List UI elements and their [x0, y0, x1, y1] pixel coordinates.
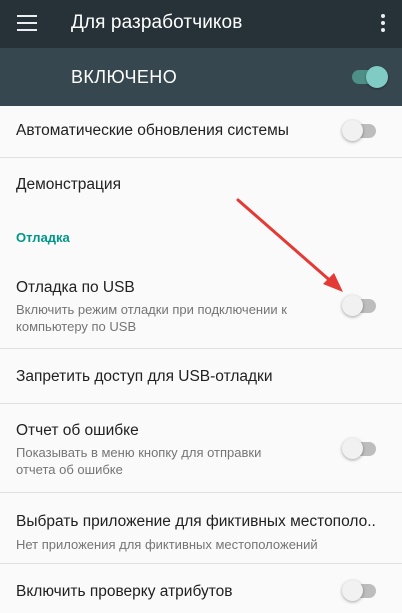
more-vert-icon[interactable] — [380, 14, 386, 34]
setting-usb-debug-summary-2: компьютеру по USB — [16, 319, 137, 334]
setting-usb-debug-summary-1: Включить режим отладки при подключении к — [16, 302, 287, 317]
usb-debug-switch[interactable] — [342, 295, 378, 317]
setting-usb-debug-title: Отладка по USB — [16, 279, 135, 296]
setting-revoke-usb-title: Запретить доступ для USB-отладки — [16, 368, 273, 385]
setting-mock-location-summary: Нет приложения для фиктивных местоположе… — [16, 537, 318, 552]
setting-mock-location-title: Выбрать приложение для фиктивных местопо… — [16, 513, 376, 530]
setting-verify-attributes-title: Включить проверку атрибутов — [16, 583, 233, 600]
bug-report-switch[interactable] — [342, 438, 378, 460]
setting-bug-report-title: Отчет об ошибке — [16, 422, 139, 439]
master-switch-toggle[interactable] — [350, 66, 388, 88]
app-toolbar: Для разработчиков — [0, 0, 402, 48]
setting-auto-updates[interactable]: Автоматические обновления системы — [0, 106, 402, 158]
setting-demo[interactable]: Демонстрация — [0, 159, 402, 211]
setting-auto-updates-title: Автоматические обновления системы — [16, 122, 289, 139]
setting-bug-report-summary-1: Показывать в меню кнопку для отправки — [16, 445, 262, 460]
setting-mock-location[interactable]: Выбрать приложение для фиктивных местопо… — [0, 494, 402, 564]
setting-bug-report-summary-2: отчета об ошибке — [16, 462, 123, 477]
setting-revoke-usb[interactable]: Запретить доступ для USB-отладки — [0, 350, 402, 404]
master-switch-label: ВКЛЮЧЕНО — [71, 67, 178, 87]
page-title: Для разработчиков — [71, 12, 243, 33]
verify-attributes-switch[interactable] — [342, 580, 378, 602]
section-header-debug: Отладка — [16, 230, 70, 245]
setting-verify-attributes[interactable]: Включить проверку атрибутов — [0, 565, 402, 613]
master-switch-bar[interactable]: ВКЛЮЧЕНО — [0, 48, 402, 106]
setting-usb-debug[interactable]: Отладка по USB Включить режим отладки пр… — [0, 263, 402, 349]
auto-updates-switch[interactable] — [342, 120, 378, 142]
setting-bug-report[interactable]: Отчет об ошибке Показывать в меню кнопку… — [0, 405, 402, 493]
hamburger-menu-icon[interactable] — [17, 15, 37, 31]
setting-demo-title: Демонстрация — [16, 176, 121, 193]
